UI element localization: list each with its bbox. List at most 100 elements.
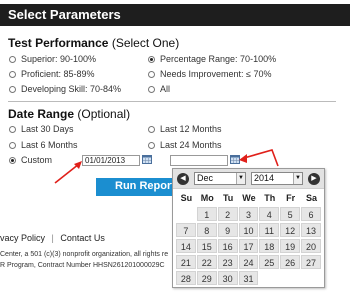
panel-title: Select Parameters (8, 7, 121, 22)
calendar-day[interactable]: 20 (301, 239, 321, 253)
option-all-label: All (160, 84, 171, 94)
calendar-day[interactable]: 10 (238, 223, 259, 237)
calendar-day[interactable]: 23 (217, 255, 238, 269)
radio-percentage-range[interactable] (148, 55, 155, 63)
calendar-day[interactable]: 30 (217, 271, 238, 285)
calendar-day[interactable]: 5 (280, 207, 301, 221)
year-select[interactable]: 2014 ▼ (251, 172, 303, 185)
weekday-label: Mo (200, 193, 214, 203)
option-all[interactable]: All (148, 84, 170, 94)
weekday-label: Tu (222, 193, 234, 203)
calendar-day[interactable]: 13 (301, 223, 321, 237)
calendar-day[interactable]: 19 (280, 239, 301, 253)
calendar-day[interactable]: 22 (196, 255, 217, 269)
start-date-calendar-icon[interactable] (142, 155, 152, 164)
calendar-day[interactable]: 3 (238, 207, 259, 221)
calendar-week-row: 123456 (176, 207, 322, 222)
radio-all[interactable] (148, 85, 155, 93)
calendar-day[interactable]: 26 (280, 255, 301, 269)
prev-month-icon[interactable]: ◀ (177, 173, 189, 185)
next-month-icon[interactable]: ▶ (308, 173, 320, 185)
option-proficient[interactable]: Proficient: 85-89% (9, 69, 95, 79)
weekday-label: Sa (305, 193, 317, 203)
calendar-day[interactable]: 21 (176, 255, 196, 269)
option-proficient-label: Proficient: 85-89% (21, 69, 95, 79)
option-custom-label: Custom (21, 155, 53, 165)
calendar-day[interactable]: 16 (217, 239, 238, 253)
option-superior[interactable]: Superior: 90-100% (9, 54, 96, 64)
test-performance-suffix: (Select One) (111, 36, 180, 50)
calendar-day[interactable]: 9 (217, 223, 238, 237)
calendar-day[interactable]: 1 (196, 207, 217, 221)
calendar-day[interactable]: 25 (259, 255, 280, 269)
calendar-day[interactable]: 4 (259, 207, 280, 221)
radio-needs-improvement[interactable] (148, 70, 155, 78)
calendar-day[interactable]: 15 (196, 239, 217, 253)
weekday-label: Su (180, 193, 193, 203)
calendar-week-row: 28 29 30 31 (176, 271, 322, 286)
radio-last-6-months[interactable] (9, 141, 16, 149)
calendar-day[interactable]: 28 (176, 271, 196, 285)
calendar-empty-cell (301, 271, 321, 285)
calendar-day[interactable]: 8 (196, 223, 217, 237)
end-date-input[interactable] (170, 155, 228, 166)
radio-developing-skill[interactable] (9, 85, 16, 93)
calendar-empty-cell (176, 207, 196, 221)
date-range-heading: Date Range (Optional) (8, 107, 130, 121)
calendar-day[interactable]: 24 (238, 255, 259, 269)
option-needs-improvement[interactable]: Needs Improvement: ≤ 70% (148, 69, 272, 79)
option-superior-label: Superior: 90-100% (21, 54, 97, 64)
radio-custom[interactable] (9, 156, 16, 164)
radio-superior[interactable] (9, 55, 16, 63)
calendar-day[interactable]: 17 (238, 239, 259, 253)
option-last-12-months-label: Last 12 Months (160, 124, 222, 134)
radio-last-30-days[interactable] (9, 125, 16, 133)
datepicker-header: ◀ Dec ▼ 2014 ▼ ▶ (173, 169, 324, 189)
calendar-day[interactable]: 14 (176, 239, 196, 253)
weekday-label: Fr (286, 193, 296, 203)
calendar-day[interactable]: 31 (238, 271, 259, 285)
calendar-day[interactable]: 11 (259, 223, 280, 237)
annotation-arrow-right (239, 149, 279, 167)
option-developing-skill[interactable]: Developing Skill: 70-84% (9, 84, 121, 94)
run-report-button[interactable]: Run Report (96, 178, 172, 196)
year-select-value: 2014 (254, 173, 275, 183)
year-dropdown-icon: ▼ (293, 173, 302, 184)
calendar-week-row: 21 22 23 24 25 26 27 (176, 255, 322, 270)
option-needs-improvement-label: Needs Improvement: ≤ 70% (160, 69, 272, 79)
month-select[interactable]: Dec ▼ (194, 172, 246, 185)
option-percentage-range[interactable]: Percentage Range: 70-100% (148, 54, 276, 64)
radio-last-24-months[interactable] (148, 141, 155, 149)
month-select-value: Dec (197, 173, 214, 183)
weekday-label: We (242, 193, 256, 203)
option-last-24-months[interactable]: Last 24 Months (148, 140, 222, 150)
calendar-empty-cell (280, 271, 300, 285)
footer-separator: | (51, 233, 54, 243)
option-last-12-months[interactable]: Last 12 Months (148, 124, 222, 134)
calendar-weeks: 1 2 3 4 5 6 7 8 9 10 11 12 13 14 15 16 17 18 19 20 21 22 23 24 2… (176, 207, 322, 286)
calendar-empty-cell (259, 271, 279, 285)
radio-last-12-months[interactable] (148, 125, 155, 133)
calendar-day[interactable]: 18 (259, 239, 280, 253)
footer-copyright: Center, a 501 (c)(3) nonprofit organizat… (0, 251, 169, 258)
calendar-day[interactable]: 7 (176, 223, 196, 237)
option-last-6-months[interactable]: Last 6 Months (9, 140, 78, 150)
calendar-week-row: 7 8 9 10 11 12 13 (176, 223, 322, 238)
section-divider (8, 101, 336, 102)
weekday-label: Th (264, 193, 276, 203)
option-last-30-days[interactable]: Last 30 Days (9, 124, 74, 134)
calendar-day[interactable]: 2 (217, 207, 238, 221)
calendar-day[interactable]: 27 (301, 255, 321, 269)
calendar-day[interactable]: 6 (301, 207, 321, 221)
calendar-day[interactable]: 29 (196, 271, 217, 285)
option-custom[interactable]: Custom (9, 155, 52, 165)
start-date-input[interactable]: 01/01/2013 (82, 155, 140, 166)
contact-us-link[interactable]: Contact Us (60, 233, 105, 243)
radio-proficient[interactable] (9, 70, 16, 78)
option-last-30-days-label: Last 30 Days (21, 124, 74, 134)
test-performance-heading: Test Performance (Select One) (8, 36, 179, 50)
weekday-header: Su Mo Tu We Th Fr Sa (176, 193, 322, 207)
privacy-policy-link[interactable]: vacy Policy (0, 233, 45, 243)
option-last-6-months-label: Last 6 Months (21, 140, 78, 150)
calendar-day[interactable]: 12 (280, 223, 301, 237)
